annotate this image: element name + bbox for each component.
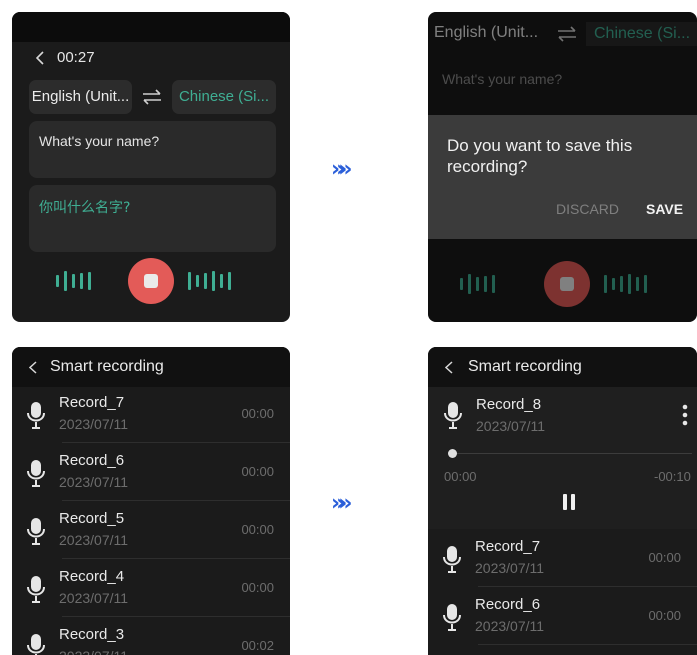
- recording-list-item[interactable]: Record_7 2023/07/11 00:00: [12, 385, 290, 443]
- elapsed-time: 00:00: [444, 469, 477, 484]
- flow-arrow-bottom: »»: [331, 491, 353, 516]
- record-name: Record_7: [59, 394, 125, 411]
- translated-text: 你叫什么名字?: [39, 200, 131, 216]
- save-button[interactable]: SAVE: [646, 201, 683, 217]
- stop-record-button[interactable]: [128, 258, 174, 304]
- back-icon[interactable]: [36, 51, 44, 65]
- progress-track[interactable]: [452, 453, 692, 454]
- source-language-label: English (Unit...: [31, 88, 130, 105]
- remaining-time: -00:10: [654, 469, 691, 484]
- record-name: Record_7: [475, 538, 541, 555]
- playing-item[interactable]: Record_8 2023/07/11 00:00 -00:10: [428, 387, 697, 529]
- microphone-icon: [443, 604, 461, 631]
- record-name: Record_3: [59, 626, 125, 643]
- page-title: Smart recording: [50, 358, 164, 375]
- page-title: Smart recording: [468, 358, 582, 375]
- source-text: What's your name?: [39, 133, 160, 149]
- record-duration: 00:00: [648, 550, 681, 565]
- list-header: Smart recording: [428, 347, 697, 387]
- record-duration: 00:00: [241, 464, 274, 479]
- recording-list-item[interactable]: Record_4 2023/07/11 00:00: [12, 559, 290, 617]
- more-options-icon[interactable]: [682, 404, 688, 426]
- target-language-button[interactable]: Chinese (Si...: [172, 80, 276, 114]
- pause-icon[interactable]: [562, 493, 576, 511]
- source-language-button[interactable]: English (Unit...: [29, 80, 132, 114]
- record-date: 2023/07/11: [476, 418, 546, 434]
- swap-icon[interactable]: [141, 88, 163, 106]
- status-bar: [12, 12, 290, 42]
- row-divider: [478, 644, 697, 645]
- recording-list-item[interactable]: Record_6 2023/07/11 00:00: [428, 587, 697, 645]
- record-date: 2023/07/11: [59, 532, 129, 548]
- target-language-label: Chinese (Si...: [178, 88, 270, 105]
- record-date: 2023/07/11: [475, 618, 545, 634]
- translation-card: 你叫什么名字?: [29, 185, 276, 252]
- progress-knob[interactable]: [448, 449, 457, 458]
- microphone-icon: [27, 634, 45, 655]
- save-dialog: Do you want to save this recording? DISC…: [428, 115, 697, 239]
- record-duration: 00:00: [241, 522, 274, 537]
- stop-icon: [144, 274, 158, 288]
- record-date: 2023/07/11: [59, 474, 129, 490]
- discard-button[interactable]: DISCARD: [556, 201, 619, 217]
- waveform-left: [56, 270, 91, 292]
- microphone-icon: [27, 402, 45, 429]
- record-date: 2023/07/11: [59, 648, 128, 655]
- record-duration: 00:00: [241, 406, 274, 421]
- record-date: 2023/07/11: [59, 590, 129, 606]
- recording-list-item[interactable]: Record_6 2023/07/11 00:00: [12, 443, 290, 501]
- microphone-icon: [27, 518, 45, 545]
- translate-screen: 00:27 English (Unit... Chinese (Si... Wh…: [12, 12, 290, 322]
- record-name: Record_4: [59, 568, 125, 585]
- microphone-icon: [27, 460, 45, 487]
- record-date: 2023/07/11: [59, 416, 129, 432]
- record-duration: 00:00: [648, 608, 681, 623]
- microphone-icon: [444, 402, 462, 429]
- waveform-right: [188, 270, 231, 292]
- record-name: Record_6: [59, 452, 125, 469]
- dialog-message: Do you want to save this recording?: [447, 136, 633, 176]
- player-screen: Smart recording Record_8 2023/07/11 00:0…: [428, 347, 697, 655]
- list-header: Smart recording: [12, 347, 290, 387]
- record-duration: 00:00: [241, 580, 274, 595]
- record-name: Record_8: [476, 396, 542, 413]
- source-text-card: What's your name?: [29, 121, 276, 178]
- flow-arrow-top: »»: [331, 157, 353, 182]
- recording-list-item[interactable]: Record_7 2023/07/11 00:00: [428, 529, 697, 587]
- back-icon[interactable]: [29, 361, 37, 374]
- record-date: 2023/07/11: [475, 560, 545, 576]
- recording-list-item[interactable]: Record_3 2023/07/11 00:02: [12, 617, 290, 655]
- recording-timer: 00:27: [57, 49, 95, 66]
- record-name: Record_6: [475, 596, 541, 613]
- microphone-icon: [27, 576, 45, 603]
- recording-list-item[interactable]: Record_5 2023/07/11 00:00: [12, 501, 290, 559]
- microphone-icon: [443, 546, 461, 573]
- record-duration: 00:02: [241, 638, 274, 653]
- record-name: Record_5: [59, 510, 125, 527]
- save-dialog-screen: English (Unit... Chinese (Si... What's y…: [428, 12, 697, 322]
- back-icon[interactable]: [445, 361, 453, 374]
- recordings-list-screen: Smart recording Record_7 2023/07/11 00:00 R…: [12, 347, 290, 655]
